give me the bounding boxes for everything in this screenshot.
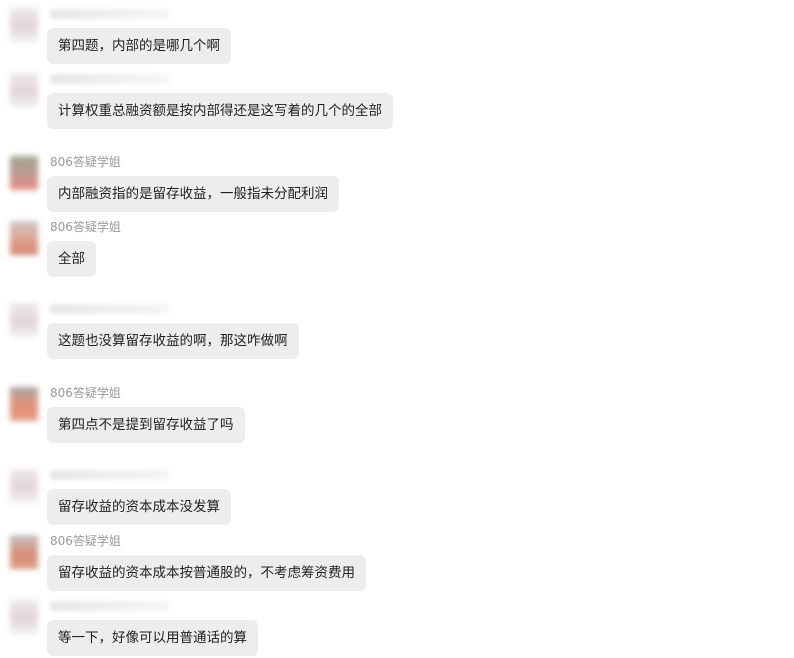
sender-name: 806答疑学姐 [50,155,121,169]
avatar[interactable] [10,156,38,190]
message-bubble[interactable]: 第四点不是提到留存收益了吗 [47,407,245,443]
message-bubble[interactable]: 留存收益的资本成本按普通股的，不考虑筹资费用 [47,555,366,591]
sender-name: 806答疑学姐 [50,534,121,548]
sender-name: 806答疑学姐 [50,220,121,234]
sender-name: 806答疑学姐 [50,386,121,400]
avatar[interactable] [10,387,38,421]
message-bubble[interactable]: 内部融资指的是留存收益，一般指未分配利润 [47,176,339,212]
message-bubble[interactable]: 等一下，好像可以用普通话的算 [47,620,258,656]
avatar[interactable] [10,303,38,337]
avatar[interactable] [10,469,38,503]
sender-name-redacted [50,74,170,84]
message-bubble[interactable]: 计算权重总融资额是按内部得还是这写着的几个的全部 [47,93,393,129]
avatar[interactable] [10,535,38,569]
sender-name-redacted [50,304,170,314]
avatar[interactable] [10,221,38,255]
avatar[interactable] [10,8,38,42]
sender-name-redacted [50,470,170,480]
message-bubble[interactable]: 留存收益的资本成本没发算 [47,489,231,525]
avatar[interactable] [10,600,38,634]
message-bubble[interactable]: 这题也没算留存收益的啊，那这咋做啊 [47,323,299,359]
message-bubble[interactable]: 第四题，内部的是哪几个啊 [47,28,231,64]
message-bubble[interactable]: 全部 [47,241,96,277]
chat-log: 第四题，内部的是哪几个啊 计算权重总融资额是按内部得还是这写着的几个的全部 80… [0,0,794,658]
sender-name-redacted [50,601,170,611]
avatar[interactable] [10,73,38,107]
sender-name-redacted [50,9,170,19]
